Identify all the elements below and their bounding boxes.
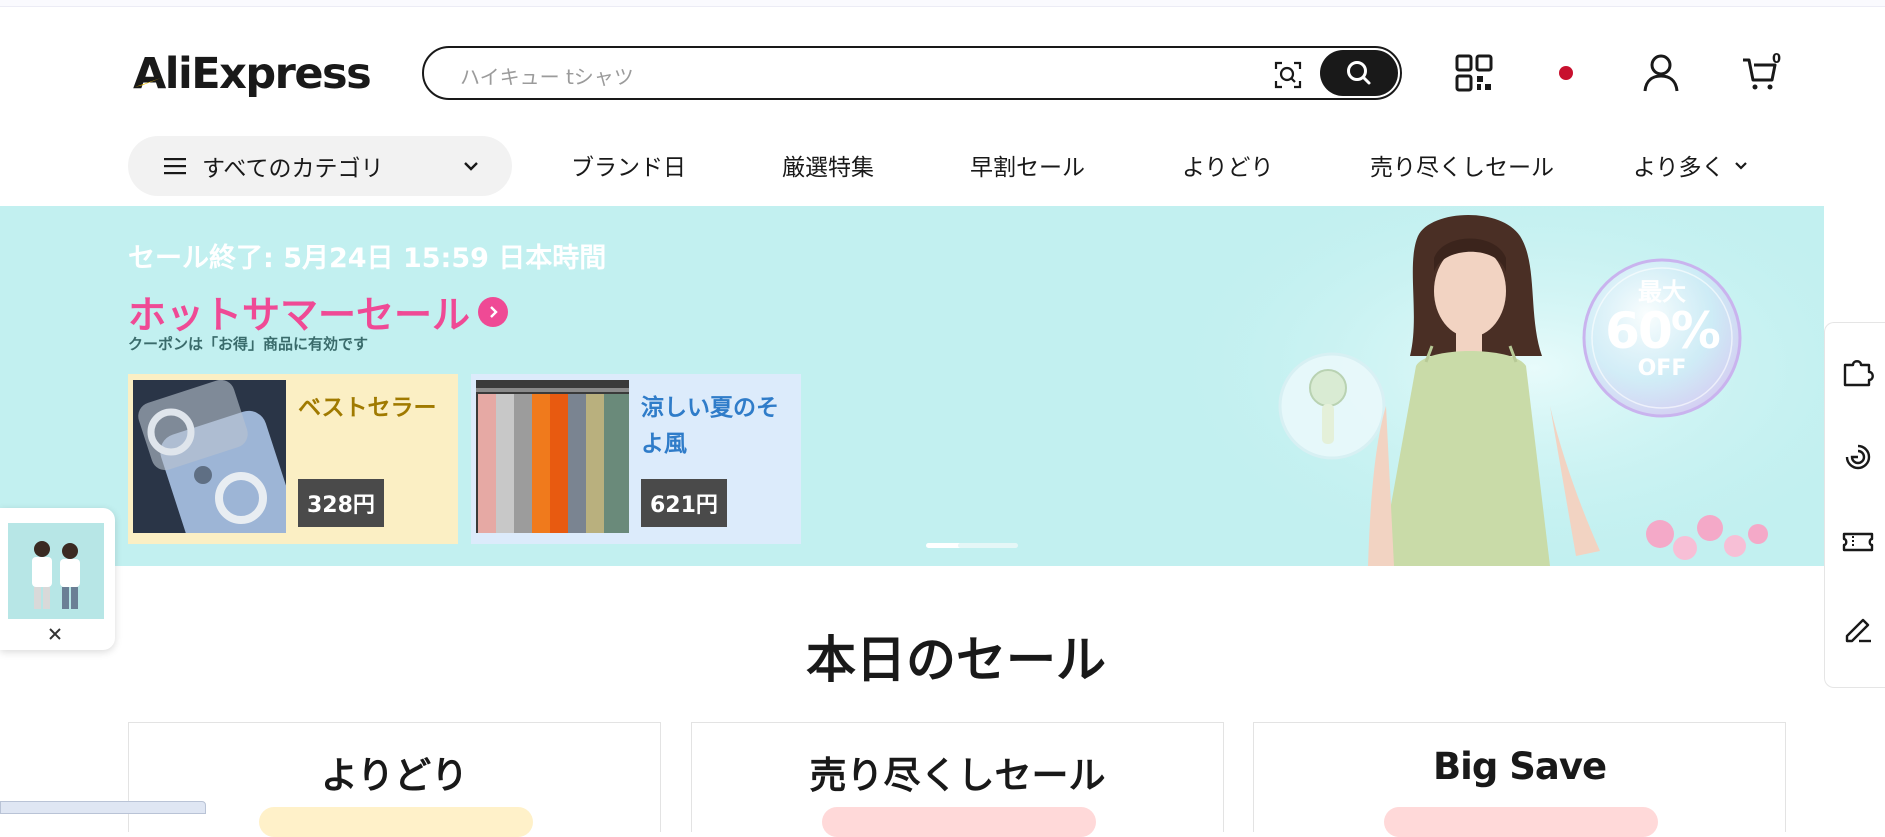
hero-banner[interactable]: 最大 60% OFF セール終了: 5月24日 15:59 日本時間 ホットサマ… <box>0 206 1824 566</box>
sale-headline[interactable]: ホットサマーセール <box>128 284 509 339</box>
nav-link-mix-match[interactable]: よりどり <box>1182 148 1274 182</box>
sale-column-big-save[interactable]: Big Save <box>1253 722 1786 837</box>
sale-headline-text: ホットサマーセール <box>128 293 471 337</box>
promo-card-bestseller[interactable]: ベストセラー 328円 <box>128 374 458 544</box>
promo-card-summer-breeze[interactable]: 涼しい夏のそよ風 621円 <box>471 374 801 544</box>
camera-search-icon[interactable] <box>1272 59 1304 91</box>
phone-case-image <box>133 380 286 533</box>
nav-link-early-sale[interactable]: 早割セール <box>970 148 1085 182</box>
logo-swoosh-icon <box>135 78 161 87</box>
qr-code-icon <box>1455 54 1493 92</box>
sale-column-pill <box>259 807 533 837</box>
nav-link-featured[interactable]: 厳選特集 <box>782 148 874 182</box>
sale-column-title: 売り尽くしセール <box>809 754 1106 797</box>
ticket-icon[interactable] <box>1841 525 1875 559</box>
all-categories-label: すべてのカテゴリ <box>202 156 384 182</box>
sale-column-mix-match[interactable]: よりどり <box>128 722 661 837</box>
cart-count-badge: 0 <box>1772 52 1782 67</box>
nav-more-label: より多く <box>1633 155 1725 181</box>
promo-card-title: 涼しい夏のそよ風 <box>641 395 779 457</box>
sale-column-pill <box>822 807 1096 837</box>
discount-badge-percent: 60% <box>1605 302 1721 360</box>
all-categories-button[interactable]: すべてのカテゴリ <box>128 136 512 196</box>
discount-badge-off: OFF <box>1637 356 1687 381</box>
search-bar[interactable]: ハイキュー tシャツ <box>422 46 1402 100</box>
floating-product-image[interactable] <box>8 523 104 619</box>
region-dot-icon <box>1559 66 1573 80</box>
promo-card-title: ベストセラー <box>298 395 437 421</box>
banner-illustration <box>1180 206 1824 566</box>
sale-column-title: よりどり <box>320 754 469 797</box>
chevron-right-icon <box>478 296 509 327</box>
puzzle-icon[interactable] <box>1841 355 1875 389</box>
sale-column-title: Big Save <box>1432 745 1607 788</box>
chevron-down-icon <box>464 162 478 171</box>
promo-card-price: 621円 <box>641 479 727 527</box>
discount-badge: 最大 60% OFF <box>1584 279 1740 381</box>
search-button[interactable] <box>1320 50 1398 96</box>
sale-deadline: セール終了: 5月24日 15:59 日本時間 <box>128 243 607 274</box>
todays-sale-title: 本日のセール <box>806 631 1106 689</box>
shirts-image <box>476 380 629 533</box>
spiral-icon[interactable] <box>1841 440 1875 474</box>
chevron-down-icon <box>1734 162 1747 170</box>
browser-top-strip <box>0 0 1885 7</box>
sale-column-clearance[interactable]: 売り尽くしセール <box>691 722 1224 837</box>
browser-status-bar <box>0 801 206 814</box>
nav-more-dropdown[interactable]: より多く <box>1633 148 1749 182</box>
account-button[interactable] <box>1638 50 1684 96</box>
qr-code-button[interactable] <box>1451 50 1497 96</box>
carousel-dot[interactable] <box>958 543 1018 548</box>
nav-link-brand-day[interactable]: ブランド日 <box>571 148 686 182</box>
coupon-note: クーポンは「お得」商品に有効です <box>128 335 369 353</box>
promo-card-price: 328円 <box>298 479 384 527</box>
account-icon <box>1643 54 1679 92</box>
region-selector[interactable] <box>1543 50 1589 96</box>
aliexpress-logo[interactable]: AliExpress <box>133 44 372 104</box>
search-icon <box>1347 61 1371 85</box>
site-header: AliExpress ハイキュー tシャツ 0 すべてのカテゴリ ブランド日 厳… <box>0 8 1885 206</box>
sale-column-pill <box>1384 807 1658 837</box>
logo-text: AliExpress <box>133 49 372 99</box>
nav-link-clearance[interactable]: 売り尽くしセール <box>1370 148 1554 182</box>
menu-icon <box>164 158 186 175</box>
search-input[interactable]: ハイキュー tシャツ <box>460 61 634 90</box>
